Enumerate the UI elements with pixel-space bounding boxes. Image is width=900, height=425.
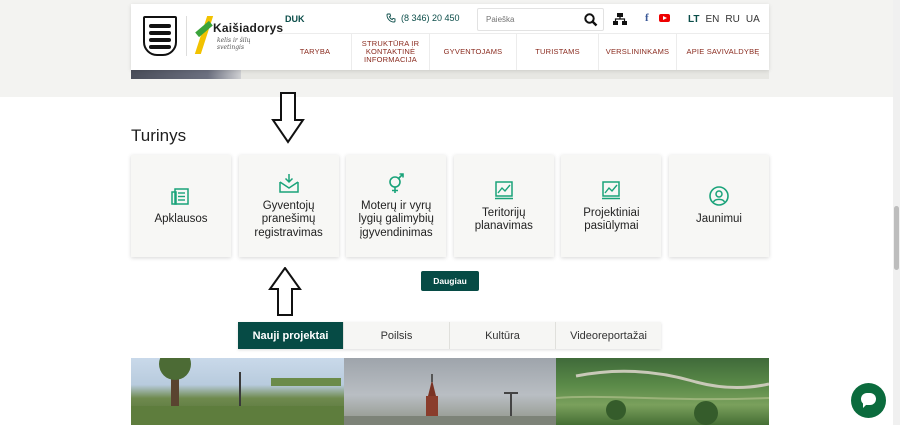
page: Kaišiadorys kelis ir šilų svetingis DUK … — [0, 0, 900, 425]
nav-item-struktura[interactable]: STRUKTŪRA IR KONTAKTINĖ INFORMACIJA — [351, 34, 429, 70]
tab-videoreportazai[interactable]: Videoreportažai — [555, 322, 661, 349]
brand-name: Kaišiadorys — [213, 21, 284, 35]
card-jaunimui[interactable]: Jaunimui — [668, 155, 769, 257]
lang-lt[interactable]: LT — [688, 14, 699, 25]
card-label: Moterų ir vyrų lygių galimybių įgyvendin… — [358, 199, 434, 239]
card-label: Apklausos — [154, 213, 208, 226]
logo-divider — [186, 16, 187, 56]
tab-nauji-projektai[interactable]: Nauji projektai — [238, 322, 343, 349]
faq-link[interactable]: DUK — [285, 14, 305, 24]
youtube-icon[interactable] — [659, 14, 670, 22]
nav-item-apie[interactable]: APIE SAVIVALDYBĘ — [676, 34, 769, 70]
site-header: Kaišiadorys kelis ir šilų svetingis DUK … — [131, 4, 769, 70]
card-label: Teritorijų planavimas — [474, 206, 533, 233]
brand-tagline: kelis ir šilų svetingis — [217, 37, 251, 51]
nav-item-gyventojams[interactable]: GYVENTOJAMS — [429, 34, 516, 70]
card-apklausos[interactable]: Apklausos — [131, 155, 231, 257]
park-photo-art — [131, 358, 344, 425]
aerial-photo-art — [556, 369, 769, 425]
search-icon[interactable] — [583, 12, 599, 28]
project-tabs: Nauji projektai Poilsis Kultūra Videorep… — [238, 322, 661, 349]
search-input[interactable] — [478, 9, 578, 30]
mail-inbox-icon — [278, 173, 299, 193]
project-gallery — [131, 358, 769, 425]
map-plan-icon — [494, 180, 513, 199]
nav-item-taryba[interactable]: TARYBA — [279, 34, 351, 70]
phone-number: (8 346) 20 450 — [401, 13, 460, 23]
chat-bubble-icon[interactable] — [851, 383, 886, 418]
tab-kultura[interactable]: Kultūra — [449, 322, 555, 349]
brand-mark-icon — [194, 16, 214, 54]
scrollbar-thumb[interactable] — [894, 206, 899, 270]
arrow-up-icon — [268, 267, 302, 316]
card-teritorijos[interactable]: Teritorijų planavimas — [453, 155, 554, 257]
sitemap-icon[interactable] — [613, 13, 627, 25]
main-nav: TARYBA STRUKTŪRA IR KONTAKTINĖ INFORMACI… — [279, 34, 769, 70]
youth-icon — [709, 186, 729, 207]
nav-item-turistams[interactable]: TURISTAMS — [516, 34, 598, 70]
logo-link[interactable]: Kaišiadorys kelis ir šilų svetingis — [131, 4, 283, 70]
card-label: Gyventojų pranešimų registravimas — [254, 199, 323, 239]
card-label: Jaunimui — [695, 213, 742, 226]
gender-icon — [389, 172, 404, 193]
lang-ua[interactable]: UA — [746, 14, 760, 25]
project-photo[interactable] — [344, 358, 556, 425]
lang-en[interactable]: EN — [705, 14, 719, 25]
section-title: Turinys — [131, 126, 187, 145]
project-photo[interactable] — [556, 358, 769, 425]
lang-ru[interactable]: RU — [725, 14, 739, 25]
content-cards: Apklausos Gyventojų pranešimų registravi… — [131, 155, 769, 257]
phone-link[interactable]: (8 346) 20 450 — [386, 13, 460, 23]
survey-icon — [171, 188, 189, 205]
header-top-bar: DUK (8 346) 20 450 f LT EN RU UA — [279, 4, 769, 34]
nav-item-verslininkams[interactable]: VERSLININKAMS — [598, 34, 676, 70]
card-projektai[interactable]: Projektiniai pasiūlymai — [561, 155, 662, 257]
map-plan-icon — [602, 180, 621, 199]
search-box — [477, 8, 604, 31]
card-pranesimai[interactable]: Gyventojų pranešimų registravimas — [238, 155, 339, 257]
arrow-down-icon — [271, 92, 305, 144]
card-label: Projektiniai pasiūlymai — [583, 206, 640, 233]
phone-icon — [386, 13, 396, 23]
project-photo[interactable] — [131, 358, 344, 425]
tab-poilsis[interactable]: Poilsis — [343, 322, 449, 349]
language-switcher: LT EN RU UA — [688, 14, 760, 25]
coat-of-arms-icon — [143, 16, 177, 56]
church-photo-art — [344, 374, 556, 425]
hero-image-edge — [131, 70, 241, 79]
facebook-icon[interactable]: f — [645, 12, 649, 24]
more-button[interactable]: Daugiau — [421, 271, 479, 291]
card-lygybe[interactable]: Moterų ir vyrų lygių galimybių įgyvendin… — [346, 155, 447, 257]
